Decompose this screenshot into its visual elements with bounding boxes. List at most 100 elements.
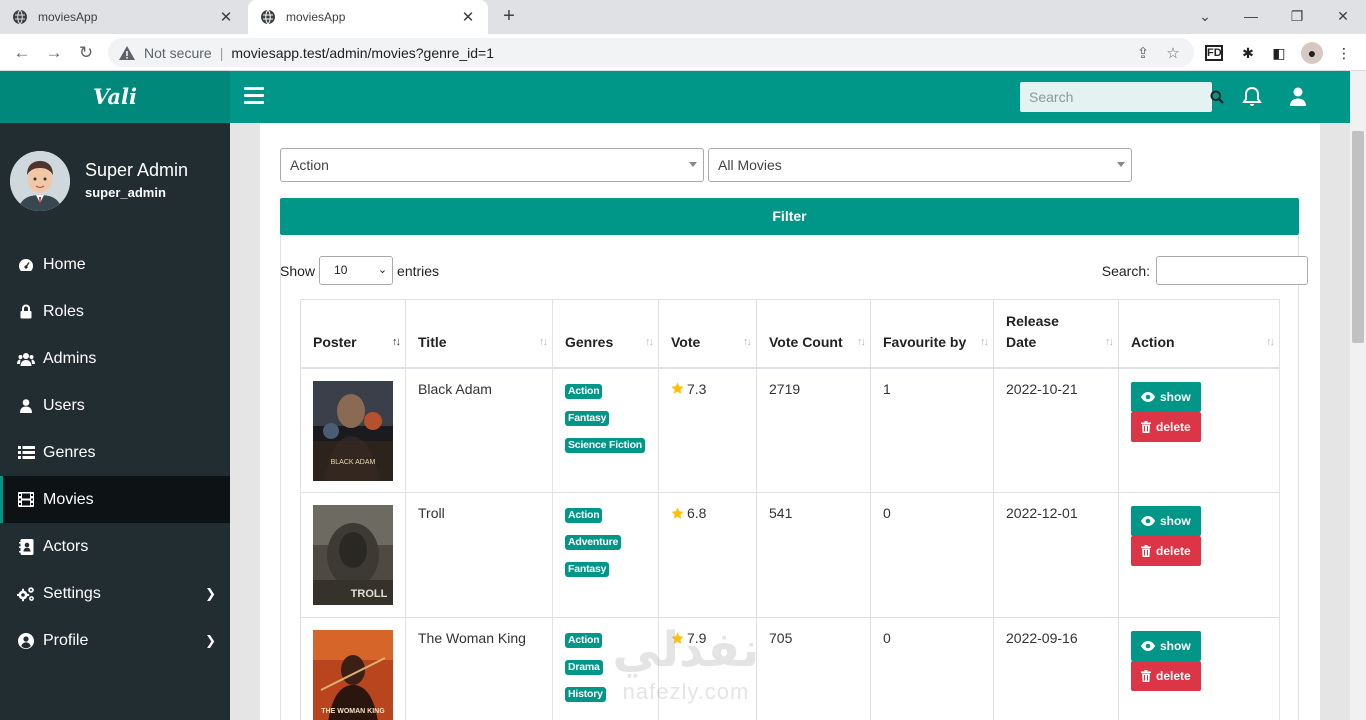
- caret-down-icon: [1117, 162, 1125, 167]
- show-button[interactable]: show: [1131, 631, 1201, 661]
- column-header-vote-count[interactable]: Vote Count ↑↓: [756, 299, 871, 368]
- sidebar-item-users[interactable]: Users: [0, 382, 230, 429]
- filter-button[interactable]: Filter: [280, 198, 1299, 235]
- extension-fd-icon[interactable]: FD: [1205, 45, 1223, 61]
- delete-button[interactable]: delete: [1131, 661, 1201, 691]
- profile-avatar-icon[interactable]: ●: [1301, 42, 1323, 64]
- caret-down-icon: [689, 162, 697, 167]
- address-bar[interactable]: Not secure | moviesapp.test/admin/movies…: [108, 38, 1194, 67]
- browser-tab-1[interactable]: moviesApp ✕: [0, 0, 246, 34]
- header-search-input[interactable]: [1020, 89, 1210, 105]
- bookmark-star-icon[interactable]: ☆: [1162, 44, 1184, 62]
- scrollbar-thumb[interactable]: [1352, 131, 1364, 343]
- entries-label: entries: [397, 262, 440, 279]
- url-text: moviesapp.test/admin/movies?genre_id=1: [231, 44, 494, 61]
- column-header-favourite-by[interactable]: Favourite by ↑↓: [870, 299, 994, 368]
- main-content: Action All Movies Filter Show 10 ⌄ entri…: [230, 123, 1350, 720]
- tab-title: moviesApp: [38, 10, 98, 24]
- movie-type-select[interactable]: All Movies: [708, 148, 1132, 182]
- close-window-icon[interactable]: ✕: [1328, 4, 1358, 28]
- close-tab-icon[interactable]: ✕: [460, 8, 476, 26]
- user-name: Super Admin: [85, 160, 189, 180]
- share-icon[interactable]: ⇪: [1132, 44, 1154, 62]
- sidebar-item-home[interactable]: Home: [0, 241, 230, 288]
- sidebar-toggle-icon[interactable]: [244, 87, 264, 105]
- star-icon: [671, 507, 684, 519]
- forward-icon[interactable]: →: [42, 41, 66, 65]
- brand-logo[interactable]: Vali: [0, 71, 230, 123]
- extensions-puzzle-icon[interactable]: ✱: [1237, 42, 1259, 64]
- table-search-input[interactable]: [1156, 256, 1308, 285]
- delete-button[interactable]: delete: [1131, 411, 1201, 442]
- trash-icon: [1141, 545, 1151, 557]
- sidebar-item-label: Settings: [43, 584, 101, 602]
- genre-badge: Science Fiction: [565, 437, 646, 453]
- entries-select[interactable]: 10 ⌄: [319, 256, 394, 285]
- star-icon: [671, 632, 684, 644]
- avatar: [10, 151, 70, 211]
- tab-search-chevron-icon[interactable]: ⌄: [1190, 4, 1220, 28]
- favourite-by: 1: [870, 367, 994, 493]
- sidebar-item-actors[interactable]: Actors: [0, 523, 230, 570]
- close-tab-icon[interactable]: ✕: [218, 8, 234, 26]
- sidebar-item-movies[interactable]: Movies: [0, 476, 230, 523]
- genre-badge: Action: [565, 508, 603, 523]
- sidebar-item-roles[interactable]: Roles: [0, 288, 230, 335]
- eye-icon: [1141, 391, 1155, 402]
- sidebar-item-label: Genres: [43, 443, 96, 461]
- show-button[interactable]: show: [1131, 506, 1201, 536]
- sidebar-item-settings[interactable]: Settings ❯: [0, 570, 230, 617]
- column-header-genres[interactable]: Genres ↑↓: [552, 299, 659, 368]
- column-header-release-date[interactable]: Release Date ↑↓: [993, 299, 1119, 368]
- maximize-icon[interactable]: ❐: [1282, 4, 1312, 28]
- sort-icon: ↑↓: [980, 335, 989, 348]
- browser-tab-2[interactable]: moviesApp ✕: [248, 0, 488, 34]
- poster-text: TROLL: [351, 588, 388, 600]
- sidebar-item-genres[interactable]: Genres: [0, 429, 230, 476]
- movie-poster[interactable]: THE WOMAN KING: [313, 630, 393, 720]
- reload-icon[interactable]: ↻: [74, 41, 98, 65]
- show-button[interactable]: show: [1131, 381, 1201, 412]
- browser-menu-icon[interactable]: ⋮: [1333, 42, 1355, 64]
- sort-asc-icon: ↑↓: [392, 335, 401, 348]
- sidebar-item-admins[interactable]: Admins: [0, 335, 230, 382]
- page-scrollbar[interactable]: [1350, 71, 1366, 720]
- new-tab-icon[interactable]: +: [498, 6, 520, 28]
- chevron-down-icon: ⌄: [377, 264, 388, 276]
- delete-button[interactable]: delete: [1131, 536, 1201, 566]
- bell-icon[interactable]: [1240, 85, 1264, 109]
- column-header-poster[interactable]: Poster ↑↓: [300, 299, 406, 368]
- table-row: THE WOMAN KING The Woman King Action Dra…: [300, 617, 1280, 720]
- genre-select[interactable]: Action: [280, 148, 704, 182]
- genre-badge: History: [565, 687, 606, 702]
- eye-icon: [1141, 641, 1155, 651]
- table-header-row: Poster ↑↓ Title ↑↓ Genres ↑↓ Vote ↑↓ Vote Co…: [300, 299, 1280, 368]
- genre-badge: Action: [565, 633, 603, 648]
- table-row: TROLL Troll Action Adventure Fantasy 6.8: [300, 492, 1280, 618]
- column-header-action[interactable]: Action ↑↓: [1118, 299, 1280, 368]
- warning-icon: [119, 45, 135, 60]
- browser-toolbar: ← → ↻ Not secure | moviesapp.test/admin/…: [0, 34, 1366, 71]
- movie-type-select-value: All Movies: [718, 157, 782, 173]
- sidebar-item-profile[interactable]: Profile ❯: [0, 617, 230, 664]
- movie-poster[interactable]: BLACK ADAM: [313, 380, 393, 481]
- eye-icon: [1141, 516, 1155, 526]
- movie-title: Black Adam: [405, 367, 553, 493]
- dashboard-icon: [17, 256, 35, 274]
- column-header-title[interactable]: Title ↑↓: [405, 299, 553, 368]
- film-icon: [17, 491, 35, 509]
- minimize-icon[interactable]: —: [1236, 4, 1266, 28]
- sidebar-item-label: Roles: [43, 302, 84, 320]
- column-header-vote[interactable]: Vote ↑↓: [658, 299, 757, 368]
- sidebar-item-label: Users: [43, 396, 85, 414]
- sidebar-menu: Home Roles Admins Users Genres Movies Ac…: [0, 241, 230, 664]
- side-panel-icon[interactable]: ◧: [1268, 42, 1290, 64]
- back-icon[interactable]: ←: [10, 41, 34, 65]
- sidebar-item-label: Home: [43, 255, 86, 273]
- sort-icon: ↑↓: [539, 335, 548, 348]
- vote-count: 541: [756, 492, 871, 618]
- user-icon[interactable]: [1286, 85, 1310, 109]
- movie-poster[interactable]: TROLL: [313, 505, 393, 605]
- sort-icon: ↑↓: [743, 335, 752, 348]
- search-icon[interactable]: [1210, 82, 1224, 112]
